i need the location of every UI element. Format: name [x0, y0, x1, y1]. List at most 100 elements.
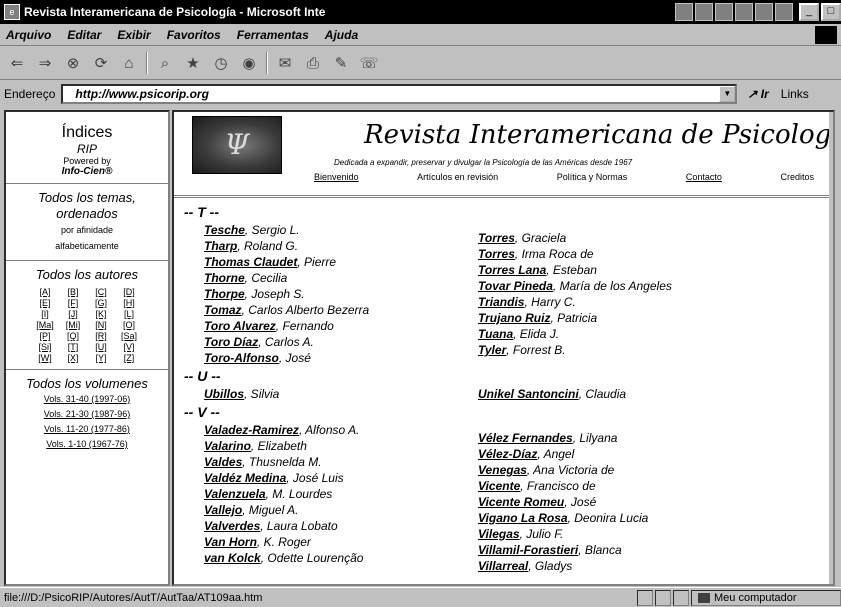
author-surname-link[interactable]: Thomas Claudet	[204, 255, 297, 269]
menu-item[interactable]: Exibir	[117, 28, 150, 42]
author-surname-link[interactable]: Tyler	[478, 343, 506, 357]
author-surname-link[interactable]: Toro Díaz	[204, 335, 258, 349]
letter-link[interactable]: [U]	[88, 342, 114, 352]
author-surname-link[interactable]: Tuana	[478, 327, 513, 341]
author-surname-link[interactable]: Vicente Romeu	[478, 495, 564, 509]
letter-link[interactable]: [A]	[32, 287, 58, 297]
letter-link[interactable]: [H]	[116, 298, 142, 308]
nav-contacto[interactable]: Contacto	[686, 172, 722, 182]
address-input[interactable]: http://www.psicorip.org ▼	[61, 84, 738, 104]
letter-link[interactable]: [Y]	[88, 353, 114, 363]
go-button[interactable]: ↗ Ir	[747, 87, 768, 101]
menu-item[interactable]: Ajuda	[325, 28, 358, 42]
nav-politica[interactable]: Política y Normas	[557, 172, 628, 182]
letter-link[interactable]: [C]	[88, 287, 114, 297]
tray-icon[interactable]	[695, 3, 713, 21]
author-surname-link[interactable]: Valarino	[204, 439, 251, 453]
nav-creditos[interactable]: Creditos	[780, 172, 814, 182]
letter-link[interactable]: [Si]	[32, 342, 58, 352]
tray-icon[interactable]	[755, 3, 773, 21]
letter-link[interactable]: [W]	[32, 353, 58, 363]
letter-link[interactable]: [G]	[88, 298, 114, 308]
search-icon[interactable]: ⌕	[154, 52, 176, 74]
author-surname-link[interactable]: Villamil-Forastieri	[478, 543, 578, 557]
author-surname-link[interactable]: Vélez-Díaz	[478, 447, 537, 461]
nav-bienvenido[interactable]: Bienvenido	[314, 172, 359, 182]
tray-icon[interactable]	[735, 3, 753, 21]
author-surname-link[interactable]: Vigano La Rosa	[478, 511, 568, 525]
letter-link[interactable]: [T]	[60, 342, 86, 352]
letter-link[interactable]: [R]	[88, 331, 114, 341]
volume-link[interactable]: Vols. 31-40 (1997-06)	[10, 392, 164, 407]
media-icon[interactable]: ◉	[238, 52, 260, 74]
stop-icon[interactable]: ⊗	[62, 52, 84, 74]
author-surname-link[interactable]: Triandis	[478, 295, 524, 309]
refresh-icon[interactable]: ⟳	[90, 52, 112, 74]
tray-icon[interactable]	[775, 3, 793, 21]
letter-link[interactable]: [O]	[116, 320, 142, 330]
scrollbar[interactable]	[829, 112, 833, 584]
tray-icon[interactable]	[675, 3, 693, 21]
letter-link[interactable]: [Sa]	[116, 331, 142, 341]
letter-link[interactable]: [L]	[116, 309, 142, 319]
letter-link[interactable]: [V]	[116, 342, 142, 352]
author-surname-link[interactable]: Thorne	[204, 271, 245, 285]
letter-link[interactable]: [P]	[32, 331, 58, 341]
menu-item[interactable]: Editar	[67, 28, 101, 42]
menu-item[interactable]: Arquivo	[6, 28, 51, 42]
author-surname-link[interactable]: Torres	[478, 247, 515, 261]
letter-link[interactable]: [Mi]	[60, 320, 86, 330]
author-surname-link[interactable]: van Kolck	[204, 551, 261, 565]
volume-link[interactable]: Vols. 1-10 (1967-76)	[10, 437, 164, 452]
author-surname-link[interactable]: Valdes	[204, 455, 242, 469]
author-surname-link[interactable]: Villarreal	[478, 559, 528, 573]
author-surname-link[interactable]: Unikel Santoncini	[478, 387, 579, 401]
menu-item[interactable]: Favoritos	[167, 28, 221, 42]
author-surname-link[interactable]: Vicente	[478, 479, 520, 493]
author-surname-link[interactable]: Toro Alvarez	[204, 319, 276, 333]
links-button[interactable]: Links	[781, 87, 809, 101]
author-surname-link[interactable]: Valverdes	[204, 519, 260, 533]
author-surname-link[interactable]: Tesche	[204, 223, 245, 237]
minimize-button[interactable]: _	[799, 3, 819, 21]
letter-link[interactable]: [N]	[88, 320, 114, 330]
ie-app-icon[interactable]: e	[4, 4, 20, 20]
back-icon[interactable]: ⇐	[6, 52, 28, 74]
themes-link-alpha[interactable]: alfabeticamente	[10, 238, 164, 254]
menu-item[interactable]: Ferramentas	[237, 28, 309, 42]
history-icon[interactable]: ◷	[210, 52, 232, 74]
author-surname-link[interactable]: Torres	[478, 231, 515, 245]
letter-link[interactable]: [X]	[60, 353, 86, 363]
tray-icon[interactable]	[715, 3, 733, 21]
discuss-icon[interactable]: ☏	[358, 52, 380, 74]
letter-link[interactable]: [J]	[60, 309, 86, 319]
favorites-icon[interactable]: ★	[182, 52, 204, 74]
mail-icon[interactable]: ✉	[274, 52, 296, 74]
themes-link-affinity[interactable]: por afinidade	[10, 222, 164, 238]
author-surname-link[interactable]: Venegas	[478, 463, 527, 477]
letter-link[interactable]: [I]	[32, 309, 58, 319]
author-surname-link[interactable]: Torres Lana	[478, 263, 546, 277]
letter-link[interactable]: [K]	[88, 309, 114, 319]
volume-link[interactable]: Vols. 21-30 (1987-96)	[10, 407, 164, 422]
letter-link[interactable]: [Z]	[116, 353, 142, 363]
home-icon[interactable]: ⌂	[118, 52, 140, 74]
volume-link[interactable]: Vols. 11-20 (1977-86)	[10, 422, 164, 437]
author-surname-link[interactable]: Vallejo	[204, 503, 242, 517]
author-surname-link[interactable]: Tomaz	[204, 303, 242, 317]
author-surname-link[interactable]: Valadez-Ramirez	[204, 423, 299, 437]
maximize-button[interactable]: □	[821, 3, 841, 21]
letter-link[interactable]: [F]	[60, 298, 86, 308]
print-icon[interactable]: ⎙	[302, 52, 324, 74]
letter-link[interactable]: [Q]	[60, 331, 86, 341]
author-surname-link[interactable]: Van Horn	[204, 535, 257, 549]
letter-link[interactable]: [Ma]	[32, 320, 58, 330]
nav-articulos[interactable]: Artículos en revisión	[417, 172, 498, 182]
author-surname-link[interactable]: Vélez Fernandes	[478, 431, 573, 445]
author-surname-link[interactable]: Toro-Alfonso	[204, 351, 279, 365]
author-surname-link[interactable]: Valdéz Medina	[204, 471, 286, 485]
author-surname-link[interactable]: Ubillos	[204, 387, 244, 401]
author-surname-link[interactable]: Tharp	[204, 239, 237, 253]
chevron-down-icon[interactable]: ▼	[719, 86, 736, 102]
author-surname-link[interactable]: Thorpe	[204, 287, 245, 301]
